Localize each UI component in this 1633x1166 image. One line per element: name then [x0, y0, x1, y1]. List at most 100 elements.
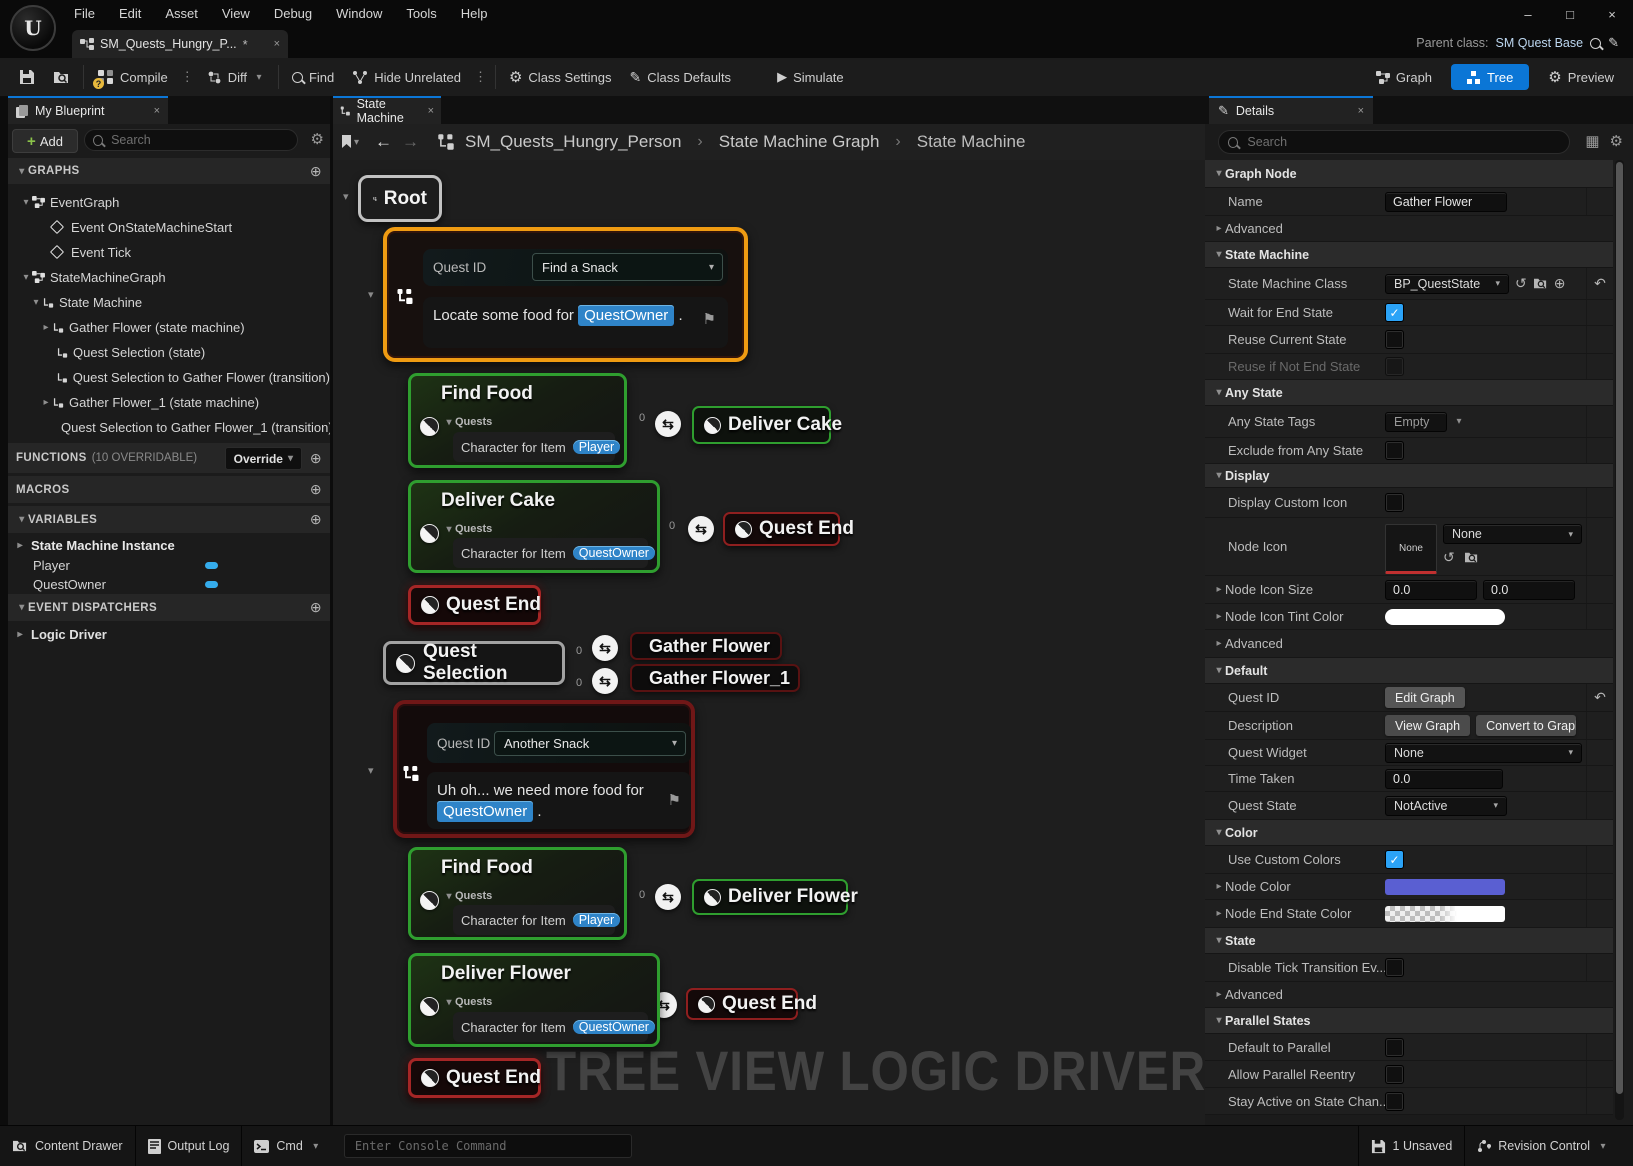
section-state[interactable]: ▾State: [1205, 928, 1613, 954]
event-dispatchers-section-header[interactable]: ▾ EVENT DISPATCHERS ⊕: [8, 594, 330, 621]
scrollbar-thumb[interactable]: [1616, 162, 1623, 1094]
node-icon-dropdown[interactable]: None▾: [1443, 524, 1582, 544]
unsaved-button[interactable]: * 1 Unsaved: [1359, 1126, 1465, 1166]
add-new-asset-icon[interactable]: ⊕: [1554, 275, 1566, 292]
graph-canvas[interactable]: TREE VIEW LOGIC DRIVER ▾ Root ▾ Quest ID…: [333, 160, 1205, 1126]
section-state-machine[interactable]: ▾State Machine: [1205, 242, 1613, 268]
nav-back-icon[interactable]: ←: [375, 132, 392, 152]
disable-tick-transition-checkbox[interactable]: [1385, 958, 1404, 977]
node-quest-find-a-snack[interactable]: Quest ID Find a Snack▾ Locate some food …: [383, 227, 748, 362]
quest-id-dropdown[interactable]: Find a Snack▾: [532, 253, 723, 281]
console-command-input[interactable]: [353, 1138, 623, 1154]
close-icon[interactable]: ×: [428, 105, 434, 117]
minimize-button[interactable]: –: [1507, 7, 1549, 22]
tree-item-eventgraph[interactable]: ▾ EventGraph: [8, 191, 330, 213]
chevron-down-icon[interactable]: ▾: [1453, 416, 1465, 427]
menu-view[interactable]: View: [210, 0, 262, 28]
tree-item-logic-driver[interactable]: ▸ Logic Driver: [8, 623, 330, 645]
quest-description-box[interactable]: Uh oh... we need more food for QuestOwne…: [427, 772, 691, 829]
nav-forward-icon[interactable]: →: [402, 132, 419, 152]
blueprint-search-input[interactable]: [109, 132, 289, 148]
questowner-token[interactable]: QuestOwner: [437, 801, 533, 822]
asset-tab[interactable]: SM_Quests_Hungry_P... * ×: [72, 30, 288, 58]
menu-window[interactable]: Window: [324, 0, 394, 28]
transition-icon[interactable]: ⇆: [655, 884, 681, 910]
tree-item-event-tick[interactable]: Event Tick: [8, 241, 330, 263]
variable-category-state-machine-instance[interactable]: ▸ State Machine Instance: [8, 534, 330, 556]
node-quest-end-compact-2[interactable]: Quest End: [686, 988, 798, 1020]
diff-button[interactable]: Diff▾: [198, 58, 274, 96]
graphs-section-header[interactable]: ▾ GRAPHS ⊕: [8, 158, 330, 184]
node-deliver-cake[interactable]: Deliver Cake ▾Quests Character for Item …: [408, 480, 660, 573]
node-quest-end[interactable]: Quest End: [408, 585, 541, 625]
compile-options-icon[interactable]: ⋮: [177, 69, 198, 85]
section-parallel-states[interactable]: ▾Parallel States: [1205, 1008, 1613, 1034]
add-variable-icon[interactable]: ⊕: [310, 511, 322, 528]
quest-widget-dropdown[interactable]: None▾: [1385, 743, 1582, 763]
node-quest-selection[interactable]: Quest Selection: [383, 641, 565, 685]
transition-icon[interactable]: ⇆: [688, 516, 714, 542]
cmd-dropdown[interactable]: Cmd ▾: [242, 1126, 333, 1166]
maximize-button[interactable]: □: [1549, 7, 1591, 22]
content-drawer-button[interactable]: Content Drawer: [0, 1126, 135, 1166]
console-command-box[interactable]: [344, 1134, 632, 1158]
convert-to-graph-button[interactable]: Convert to Graph: [1476, 715, 1576, 736]
exclude-from-any-state-checkbox[interactable]: [1385, 441, 1404, 460]
node-quest-end-compact[interactable]: Quest End: [723, 512, 840, 546]
name-input[interactable]: [1385, 192, 1507, 212]
close-icon[interactable]: ×: [1358, 105, 1364, 117]
default-to-parallel-checkbox[interactable]: [1385, 1038, 1404, 1057]
reset-to-default-icon[interactable]: ↶: [1594, 275, 1606, 292]
player-pin[interactable]: Player: [573, 913, 620, 927]
tree-item-state-machine[interactable]: ▾ State Machine: [8, 291, 330, 313]
quest-id-dropdown[interactable]: Another Snack▾: [494, 731, 686, 756]
details-search-input[interactable]: [1245, 134, 1560, 150]
blueprint-search[interactable]: [84, 129, 298, 151]
preview-button[interactable]: ⚙ Preview: [1539, 58, 1623, 96]
node-deliver-cake-compact[interactable]: Deliver Cake: [692, 406, 831, 444]
add-button[interactable]: +Add: [12, 129, 78, 153]
transition-icon[interactable]: ⇆: [655, 411, 681, 437]
wait-for-end-state-checkbox[interactable]: [1385, 303, 1404, 322]
details-search[interactable]: [1218, 130, 1570, 154]
find-button[interactable]: Find: [283, 58, 343, 96]
questowner-pin[interactable]: QuestOwner: [573, 1020, 655, 1034]
tree-item-event-onstatemachinestart[interactable]: Event OnStateMachineStart: [8, 216, 330, 238]
simulate-button[interactable]: ▶ Simulate: [768, 58, 853, 96]
parent-class-value[interactable]: SM Quest Base: [1496, 36, 1584, 50]
row-advanced-graph-node[interactable]: ▸Advanced: [1205, 216, 1613, 242]
row-advanced-display[interactable]: ▸Advanced: [1205, 630, 1613, 658]
menu-edit[interactable]: Edit: [107, 0, 153, 28]
collapse-arrow-icon[interactable]: ▾: [368, 764, 374, 777]
browse-to-asset-icon[interactable]: [1533, 277, 1548, 290]
tree-item-gather-flower-1[interactable]: ▸ Gather Flower_1 (state machine): [8, 391, 330, 413]
section-graph-node[interactable]: ▾Graph Node: [1205, 160, 1613, 188]
row-advanced-state[interactable]: ▸Advanced: [1205, 982, 1613, 1008]
state-machine-class-dropdown[interactable]: BP_QuestState▾: [1385, 274, 1509, 294]
details-scrollbar[interactable]: [1615, 160, 1624, 1120]
variable-questowner[interactable]: QuestOwner: [8, 573, 330, 595]
quest-state-dropdown[interactable]: NotActive▾: [1385, 796, 1507, 816]
section-any-state[interactable]: ▾Any State: [1205, 380, 1613, 406]
bookmark-icon[interactable]: ▾: [341, 135, 359, 149]
hide-unrelated-options-icon[interactable]: ⋮: [470, 69, 491, 85]
use-selected-asset-icon[interactable]: ↺: [1443, 549, 1455, 566]
node-end-state-color-swatch[interactable]: [1385, 906, 1505, 922]
output-log-button[interactable]: Output Log: [136, 1126, 242, 1166]
tree-item-quest-selection[interactable]: Quest Selection (state): [8, 341, 330, 363]
time-taken-input[interactable]: [1385, 769, 1503, 789]
node-deliver-flower-compact[interactable]: Deliver Flower: [692, 879, 848, 915]
panel-settings-gear-icon[interactable]: ⚙: [311, 130, 324, 148]
graph-view-button[interactable]: Graph: [1367, 58, 1441, 96]
collapse-arrow-icon[interactable]: ▾: [343, 190, 349, 203]
browse-asset-button[interactable]: [44, 58, 79, 96]
transition-icon[interactable]: ⇆: [592, 635, 618, 661]
section-default[interactable]: ▾Default: [1205, 658, 1613, 684]
node-color-swatch[interactable]: [1385, 879, 1505, 895]
class-settings-button[interactable]: ⚙ Class Settings: [500, 58, 621, 96]
add-graph-icon[interactable]: ⊕: [310, 163, 322, 180]
stay-active-checkbox[interactable]: [1385, 1092, 1404, 1111]
save-button[interactable]: [10, 58, 44, 96]
flag-icon[interactable]: ⚑: [668, 790, 681, 811]
node-icon-size-y-input[interactable]: [1483, 580, 1575, 600]
